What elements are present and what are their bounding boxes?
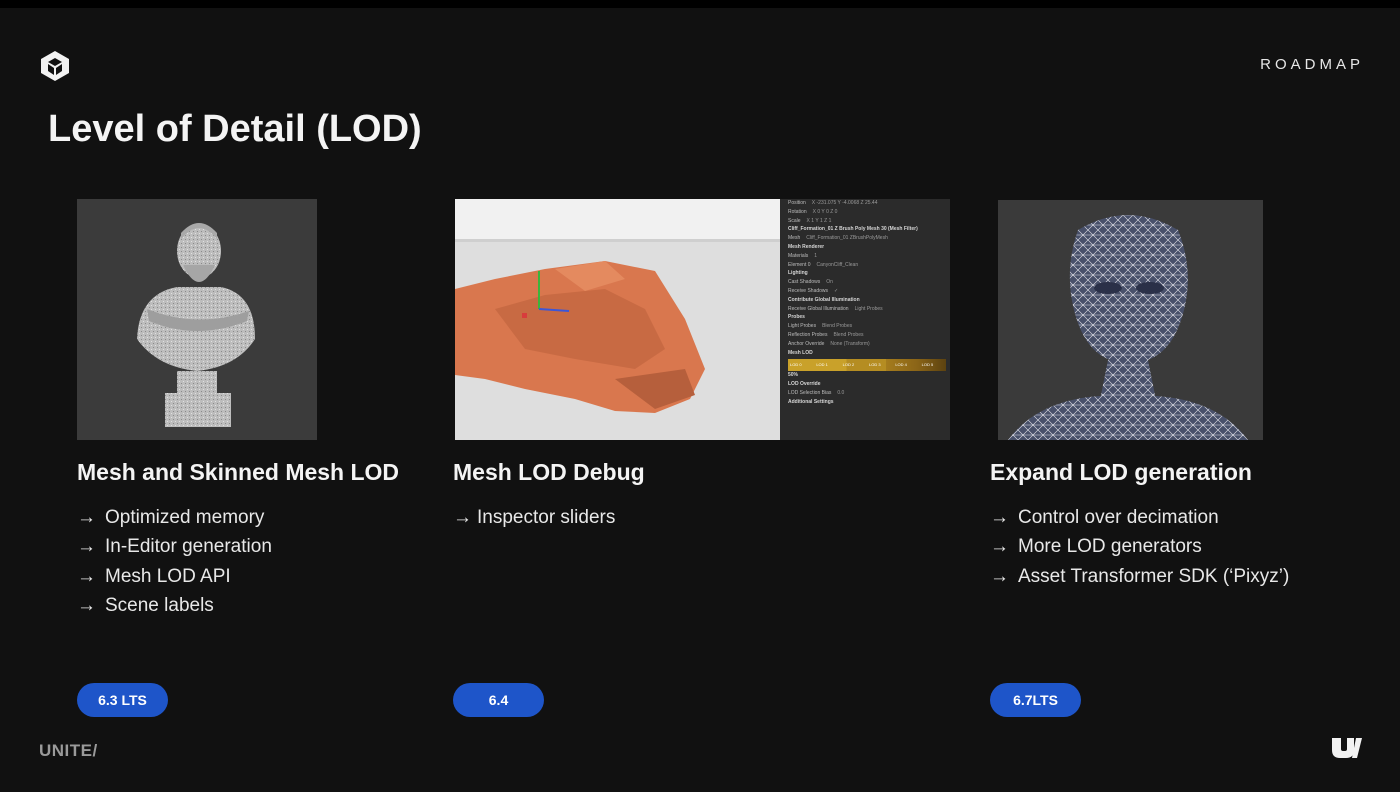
inspector-row-label: Anchor Override	[788, 340, 825, 347]
inspector-row-label: Receive Global Illumination	[788, 305, 849, 312]
arrow-icon: →	[77, 507, 96, 528]
inspector-row-value: On	[826, 279, 833, 286]
inspector-row[interactable]: Probes	[780, 313, 950, 322]
inspector-row[interactable]: Reflection Probes Blend Probes	[780, 331, 950, 340]
unity-u-logo-icon	[1332, 738, 1362, 758]
inspector-row-label: Mesh LOD	[788, 349, 813, 356]
inspector-row[interactable]: Lighting	[780, 269, 950, 278]
inspector-row-value: 1	[814, 252, 818, 259]
list-item: → Inspector sliders	[453, 505, 615, 534]
inspector-row-value: None (Transform)	[830, 340, 870, 347]
inspector-row[interactable]: Position X -231.075 Y -4.0068 Z 25.44	[780, 199, 950, 208]
column-1-bullets: → Optimized memory → In-Editor generation …	[77, 505, 272, 622]
lod-bar-label: LOD 5	[921, 362, 934, 368]
inspector-row-label: Materials	[788, 252, 809, 259]
inspector-row[interactable]: Mesh Cliff_Formation_01 ZBrushPolyMesh	[780, 234, 950, 243]
inspector-row[interactable]: Materials 1	[780, 252, 950, 261]
inspector-row[interactable]: Anchor Override None (Transform)	[780, 340, 950, 349]
inspector-row-value: Blend Probes	[833, 331, 864, 338]
arrow-icon: →	[77, 536, 96, 558]
inspector-row-value: X 0 Y 0 Z 0	[812, 208, 838, 215]
inspector-row-label: Receive Shadows	[788, 287, 829, 294]
lod-slider[interactable]: LOD 0 LOD 1 LOD 2 LOD 3 LOD 4 LOD 5	[788, 359, 946, 372]
inspector-row-label: Mesh	[788, 235, 801, 242]
lod-bar-label: LOD 2	[842, 362, 855, 368]
mesh-lod-debug-image: Position X -231.075 Y -4.0068 Z 25.44 Rota…	[455, 199, 950, 440]
inspector-row[interactable]: Cliff_Formation_01 Z Brush Poly Mesh 30 …	[780, 225, 950, 234]
wireframe-head-image	[998, 200, 1263, 440]
inspector-row[interactable]: Mesh Renderer	[780, 243, 950, 252]
column-2-title: Mesh LOD Debug	[453, 459, 645, 485]
inspector-row[interactable]: Contribute Global Illumination	[780, 296, 950, 305]
inspector-row-value: ✓	[834, 287, 839, 294]
unite-logo: UNITE/	[39, 741, 98, 760]
inspector-row[interactable]: Additional Settings	[780, 398, 950, 407]
inspector-row[interactable]: Scale X 1 Y 1 Z 1	[780, 217, 950, 226]
list-item: → Asset Transformer SDK (‘Pixyz’)	[990, 564, 1289, 593]
arrow-icon: →	[990, 507, 1009, 528]
inspector-row-label: Probes	[788, 314, 805, 321]
list-item: → More LOD generators	[990, 534, 1289, 563]
inspector-row-value: X -231.075 Y -4.0068 Z 25.44	[811, 200, 878, 206]
inspector-row[interactable]: Receive Global Illumination Light Probes	[780, 305, 950, 314]
inspector-row-label: Scale	[788, 217, 801, 224]
version-badge: 6.3 LTS	[77, 683, 168, 717]
inspector-row[interactable]: 50%	[780, 371, 950, 380]
inspector-row-value: Blend Probes	[822, 323, 853, 330]
bust-mesh-image	[77, 199, 317, 440]
unity-cube-icon	[41, 51, 69, 81]
inspector-row-label: Contribute Global Illumination	[788, 296, 860, 303]
inspector-row-label: LOD Selection Bias	[788, 389, 832, 396]
inspector-row-value: Cliff_Formation_01 ZBrushPolyMesh	[806, 235, 888, 242]
inspector-row-label: Cast Shadows	[788, 279, 821, 286]
inspector-row[interactable]: LOD Selection Bias 0.0	[780, 389, 950, 398]
arrow-icon: →	[990, 536, 1009, 558]
inspector-row[interactable]: LOD Override	[780, 380, 950, 389]
inspector-row-label: Position	[788, 200, 806, 206]
arrow-icon: →	[990, 565, 1009, 587]
inspector-row[interactable]: Receive Shadows ✓	[780, 287, 950, 296]
column-2-bullets: → Inspector sliders	[453, 505, 615, 534]
version-badge: 6.7LTS	[990, 683, 1081, 717]
inspector-row-value: Light Probes	[854, 305, 883, 312]
column-3-bullets: → Control over decimation → More LOD gener…	[990, 505, 1289, 593]
list-item: → In-Editor generation	[77, 534, 272, 563]
inspector-row-label: Reflection Probes	[788, 331, 828, 338]
inspector-row-label: Rotation	[788, 208, 807, 215]
inspector-row[interactable]: Element 0 CanyonCliff_Clean	[780, 261, 950, 270]
inspector-row[interactable]: Mesh LOD	[780, 349, 950, 358]
lod-bar-label: LOD 4	[895, 362, 907, 368]
inspector-row-value: CanyonCliff_Clean	[816, 261, 859, 268]
inspector-row-label: Mesh Renderer	[788, 243, 825, 250]
inspector-row-label: Element 0	[788, 261, 811, 268]
list-item: → Optimized memory	[77, 505, 272, 534]
lod-bar-label: LOD 1	[816, 362, 828, 368]
top-bar	[0, 0, 1400, 8]
inspector-row[interactable]: Cast Shadows On	[780, 278, 950, 287]
list-item: → Control over decimation	[990, 505, 1289, 534]
inspector-row-label: Light Probes	[788, 323, 817, 330]
lod-bar-label: LOD 3	[868, 362, 881, 368]
arrow-icon: →	[453, 507, 472, 528]
column-1-title: Mesh and Skinned Mesh LOD	[77, 459, 400, 485]
list-item: → Scene labels	[77, 593, 272, 622]
section-label: ROADMAP	[1260, 56, 1364, 73]
inspector-row-label: Lighting	[788, 270, 808, 277]
arrow-icon: →	[77, 565, 96, 587]
inspector-row-label: LOD Override	[788, 381, 821, 388]
inspector-row[interactable]: Light Probes Blend Probes	[780, 322, 950, 331]
column-3-title: Expand LOD generation	[990, 459, 1252, 485]
version-badge: 6.4	[453, 683, 544, 717]
inspector-row-value: 0.0	[837, 389, 845, 396]
inspector-row-label: 50%	[788, 372, 799, 379]
inspector-row-label: Additional Settings	[788, 398, 834, 405]
page-title: Level of Detail (LOD)	[48, 108, 422, 150]
inspector-panel: Position X -231.075 Y -4.0068 Z 25.44 Rota…	[780, 199, 950, 440]
lod-bar-label: LOD 0	[790, 362, 802, 368]
arrow-icon: →	[77, 594, 96, 616]
inspector-row[interactable]: Rotation X 0 Y 0 Z 0	[780, 208, 950, 217]
inspector-row-label: Cliff_Formation_01 Z Brush Poly Mesh 30 …	[788, 226, 918, 233]
inspector-row-value: X 1 Y 1 Z 1	[806, 217, 832, 224]
list-item: → Mesh LOD API	[77, 564, 272, 593]
